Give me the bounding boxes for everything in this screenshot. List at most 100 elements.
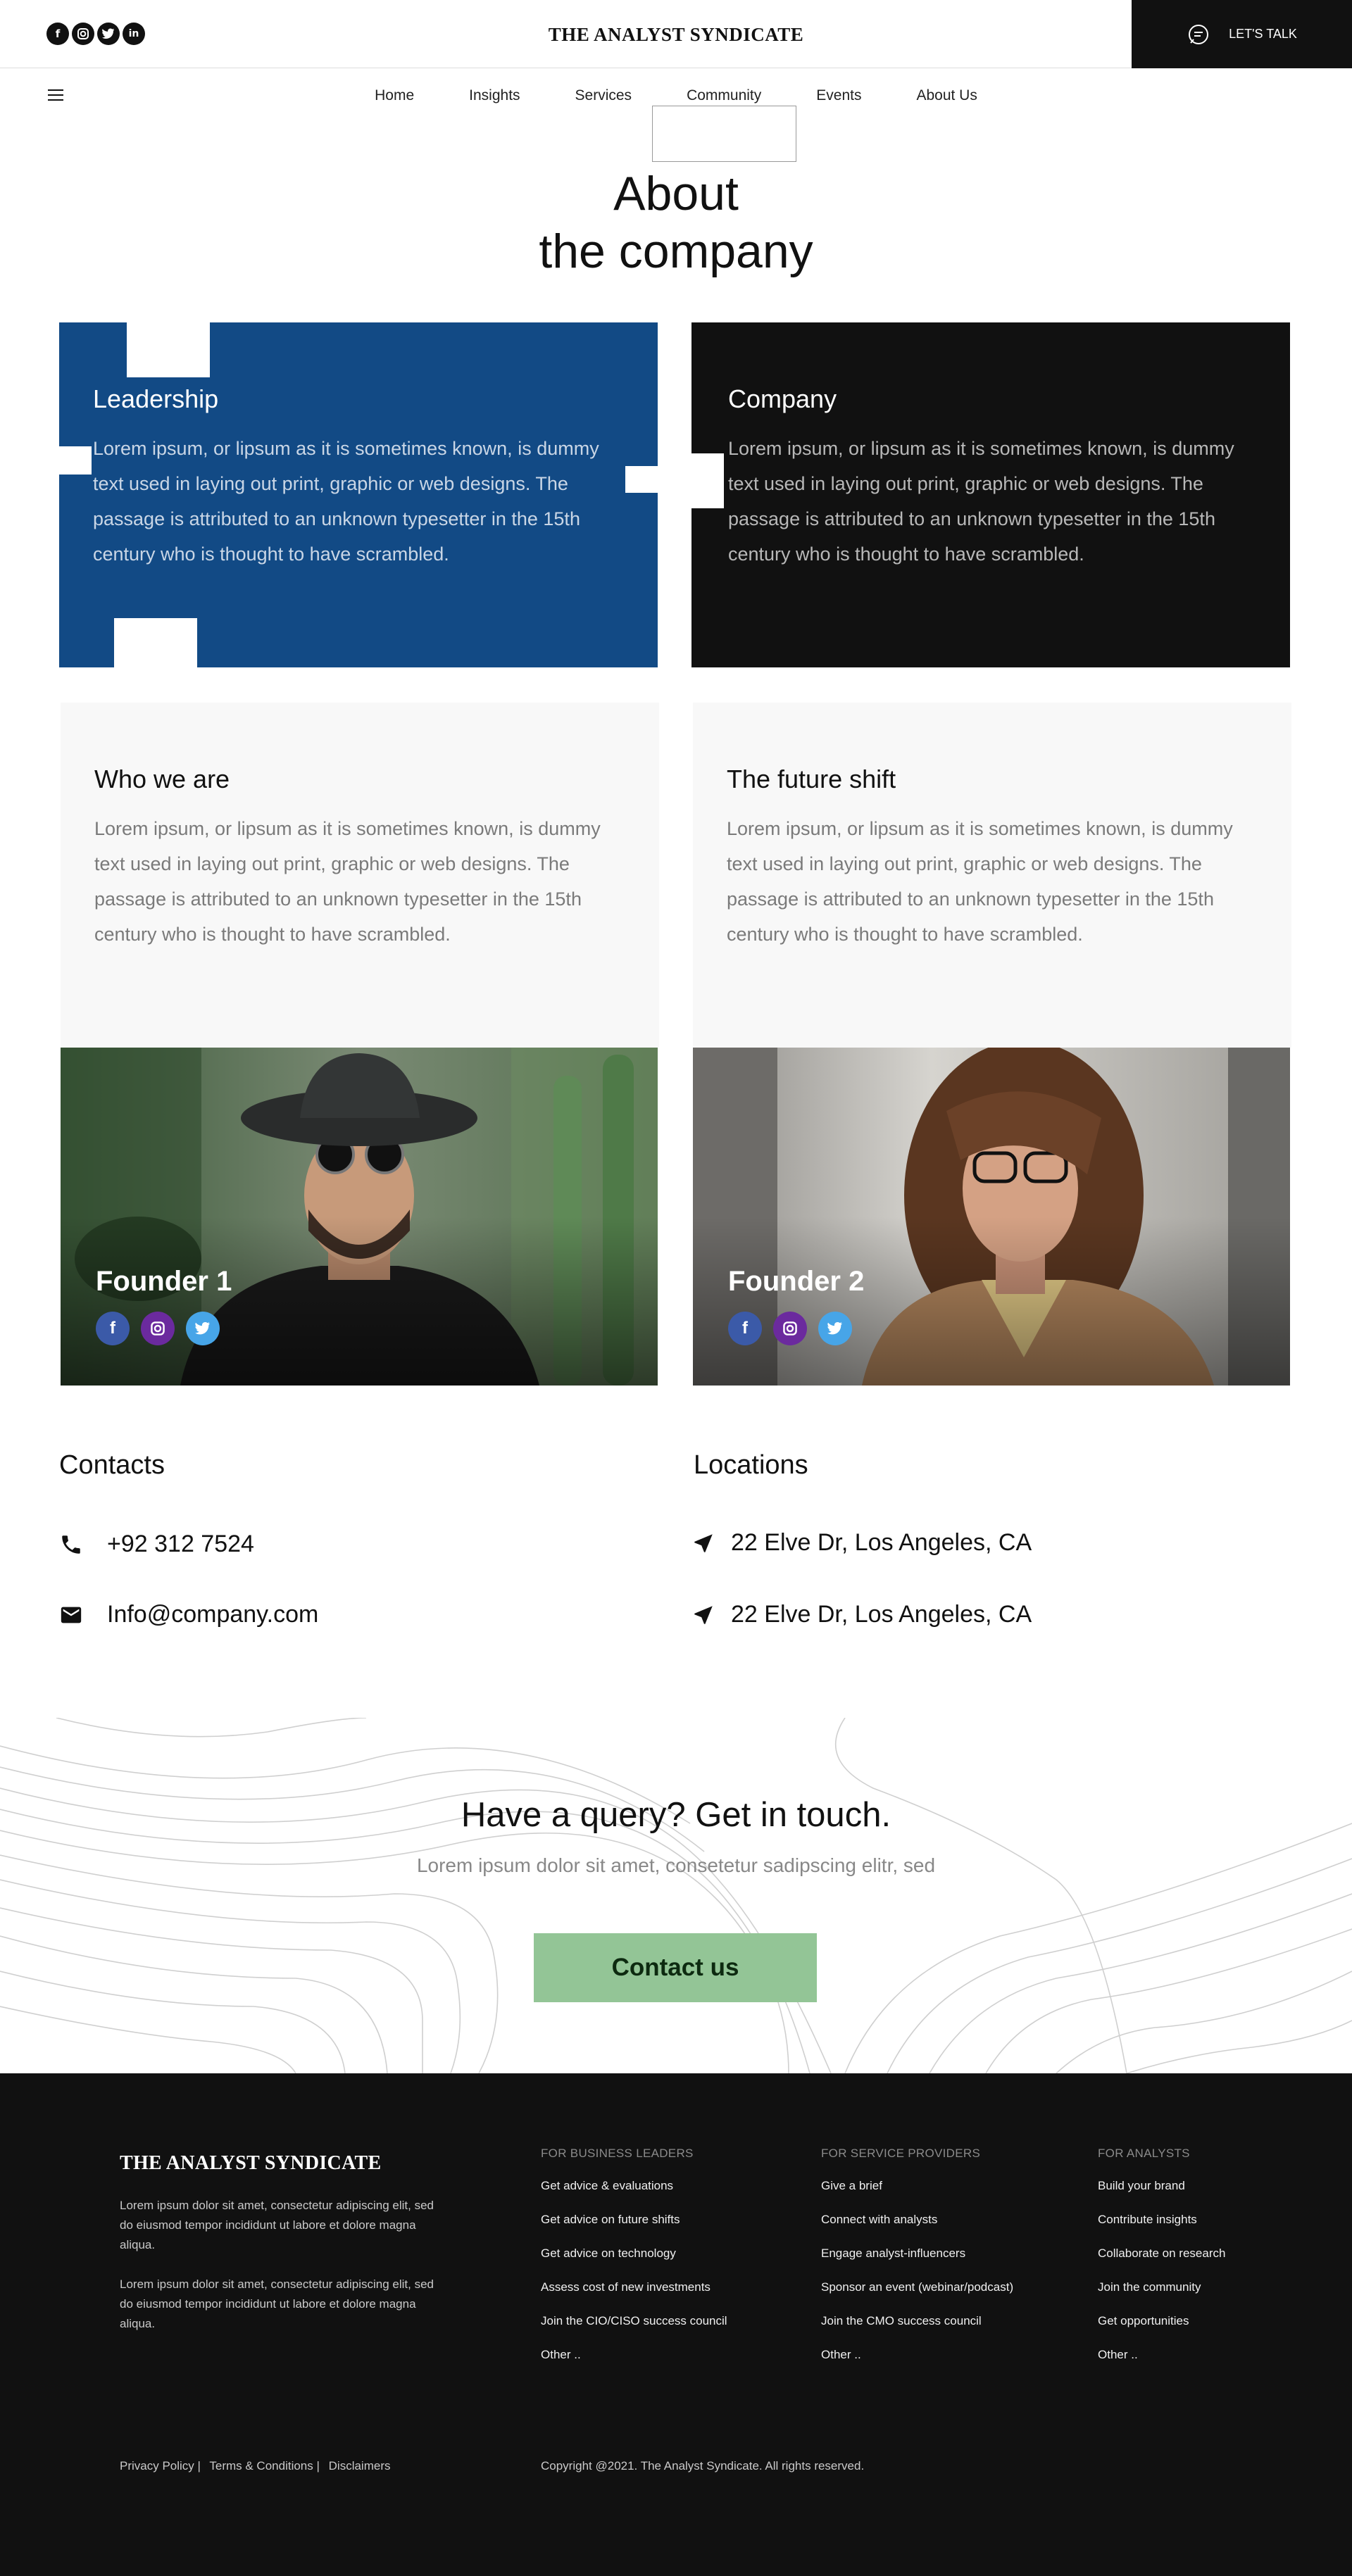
location-row[interactable]: 22 Elve Dr, Los Angeles, CA: [691, 1601, 1032, 1628]
footer-link[interactable]: Other ..: [541, 2345, 727, 2379]
founder-2-card[interactable]: Founder 2 f: [693, 1048, 1290, 1386]
facebook-icon[interactable]: f: [728, 1312, 762, 1345]
nav-events[interactable]: Events: [816, 87, 861, 104]
footer-link[interactable]: Join the CMO success council: [821, 2311, 1013, 2345]
future-shift-card: The future shift Lorem ipsum, or lipsum …: [693, 703, 1291, 1048]
founder-name: Founder 2: [728, 1266, 865, 1297]
nav-community[interactable]: Community: [687, 87, 761, 104]
site-footer: THE ANALYST SYNDICATE Lorem ipsum dolor …: [0, 2073, 1352, 2576]
placeholder-box: [114, 618, 197, 667]
instagram-icon[interactable]: [72, 23, 94, 45]
footer-link[interactable]: Get opportunities: [1098, 2311, 1225, 2345]
footer-link[interactable]: Engage analyst-influencers: [821, 2244, 1013, 2277]
footer-link[interactable]: Other ..: [1098, 2345, 1225, 2379]
mail-icon: [61, 1607, 82, 1623]
page-title-line1: About: [613, 167, 739, 220]
contact-us-button[interactable]: Contact us: [534, 1933, 817, 2002]
footer-link[interactable]: Assess cost of new investments: [541, 2277, 727, 2311]
nav-home[interactable]: Home: [375, 87, 414, 104]
footer-link[interactable]: Other ..: [821, 2345, 1013, 2379]
footer-link[interactable]: Connect with analysts: [821, 2210, 1013, 2244]
footer-description: Lorem ipsum dolor sit amet, consectetur …: [120, 2277, 434, 2330]
disclaimers-link[interactable]: Disclaimers: [329, 2459, 391, 2473]
page-title: About the company: [0, 165, 1352, 280]
topographic-background: [0, 1718, 1352, 2073]
legal-links: Privacy Policy | Terms & Conditions | Di…: [120, 2459, 396, 2473]
location-address: 22 Elve Dr, Los Angeles, CA: [731, 1529, 1032, 1556]
card-title: The future shift: [727, 765, 896, 793]
instagram-icon[interactable]: [141, 1312, 175, 1345]
twitter-icon[interactable]: [186, 1312, 220, 1345]
card-title: Who we are: [94, 765, 230, 793]
terms-link[interactable]: Terms & Conditions |: [209, 2459, 320, 2473]
social-links: f in: [46, 23, 145, 45]
facebook-icon[interactable]: f: [96, 1312, 130, 1345]
twitter-icon[interactable]: [97, 23, 120, 45]
facebook-icon[interactable]: f: [46, 23, 69, 45]
phone-row[interactable]: +92 312 7524: [59, 1531, 254, 1558]
company-card: Company Lorem ipsum, or lipsum as it is …: [691, 322, 1290, 667]
card-body: Lorem ipsum, or lipsum as it is sometime…: [93, 438, 599, 565]
cta-subtitle: Lorem ipsum dolor sit amet, consetetur s…: [416, 1854, 936, 1876]
chat-bubble-icon: [1189, 24, 1209, 44]
footer-link[interactable]: Build your brand: [1098, 2176, 1225, 2210]
placeholder-box: [691, 453, 724, 508]
footer-brand[interactable]: THE ANALYST SYNDICATE: [120, 2152, 381, 2175]
phone-number: +92 312 7524: [107, 1531, 254, 1557]
twitter-icon[interactable]: [818, 1312, 852, 1345]
email-row[interactable]: Info@company.com: [59, 1601, 318, 1628]
contacts-heading: Contacts: [59, 1450, 165, 1480]
lets-talk-button[interactable]: LET'S TALK: [1132, 0, 1352, 68]
footer-link[interactable]: Collaborate on research: [1098, 2244, 1225, 2277]
footer-link[interactable]: Sponsor an event (webinar/podcast): [821, 2277, 1013, 2311]
privacy-policy-link[interactable]: Privacy Policy |: [120, 2459, 201, 2473]
copyright-text: Copyright @2021. The Analyst Syndicate. …: [541, 2459, 865, 2473]
contact-cta-section: Have a query? Get in touch. Lorem ipsum …: [0, 1718, 1352, 2073]
nav-insights[interactable]: Insights: [469, 87, 520, 104]
lets-talk-label: LET'S TALK: [1229, 27, 1297, 41]
founder-name: Founder 1: [96, 1266, 232, 1297]
locations-heading: Locations: [694, 1450, 808, 1480]
footer-link[interactable]: Get advice & evaluations: [541, 2176, 727, 2210]
top-header: f in THE ANALYST SYNDICATE LET'S TALK: [0, 0, 1352, 68]
footer-link[interactable]: Contribute insights: [1098, 2210, 1225, 2244]
footer-description: Lorem ipsum dolor sit amet, consectetur …: [120, 2199, 434, 2251]
founder-social-links: f: [96, 1312, 220, 1345]
navigation-arrow-icon: [694, 1533, 713, 1552]
phone-icon: [62, 1535, 80, 1554]
footer-column-title: FOR ANALYSTS: [1098, 2147, 1190, 2160]
dropdown-placeholder-box: [652, 106, 796, 162]
footer-link[interactable]: Get advice on technology: [541, 2244, 727, 2277]
navigation-arrow-icon: [694, 1605, 713, 1624]
footer-column-business-leaders: FOR BUSINESS LEADERS Get advice & evalua…: [541, 2147, 727, 2379]
location-address: 22 Elve Dr, Los Angeles, CA: [731, 1601, 1032, 1628]
placeholder-box: [625, 466, 658, 493]
card-title: Leadership: [93, 384, 219, 413]
linkedin-icon[interactable]: in: [123, 23, 145, 45]
who-we-are-card: Who we are Lorem ipsum, or lipsum as it …: [61, 703, 659, 1048]
nav-services[interactable]: Services: [575, 87, 632, 104]
card-body: Lorem ipsum, or lipsum as it is sometime…: [728, 438, 1234, 565]
cta-title: Have a query? Get in touch.: [461, 1796, 891, 1834]
page-title-line2: the company: [539, 225, 813, 278]
footer-link[interactable]: Join the community: [1098, 2277, 1225, 2311]
placeholder-box: [127, 322, 210, 377]
instagram-icon[interactable]: [773, 1312, 807, 1345]
nav-about-us[interactable]: About Us: [916, 87, 977, 104]
card-body: Lorem ipsum, or lipsum as it is sometime…: [727, 818, 1233, 945]
email-address: Info@company.com: [107, 1601, 319, 1628]
footer-column-analysts: FOR ANALYSTS Build your brand Contribute…: [1098, 2147, 1225, 2379]
footer-link[interactable]: Give a brief: [821, 2176, 1013, 2210]
location-row[interactable]: 22 Elve Dr, Los Angeles, CA: [691, 1529, 1032, 1557]
footer-column-service-providers: FOR SERVICE PROVIDERS Give a brief Conne…: [821, 2147, 1013, 2379]
founder-social-links: f: [728, 1312, 852, 1345]
card-body: Lorem ipsum, or lipsum as it is sometime…: [94, 818, 601, 945]
footer-link[interactable]: Get advice on future shifts: [541, 2210, 727, 2244]
card-title: Company: [728, 384, 837, 413]
footer-link[interactable]: Join the CIO/CISO success council: [541, 2311, 727, 2345]
placeholder-box: [59, 446, 92, 475]
founder-1-card[interactable]: Founder 1 f: [61, 1048, 658, 1386]
footer-column-title: FOR SERVICE PROVIDERS: [821, 2147, 981, 2160]
footer-column-title: FOR BUSINESS LEADERS: [541, 2147, 694, 2160]
brand-logo-text[interactable]: THE ANALYST SYNDICATE: [549, 24, 804, 45]
